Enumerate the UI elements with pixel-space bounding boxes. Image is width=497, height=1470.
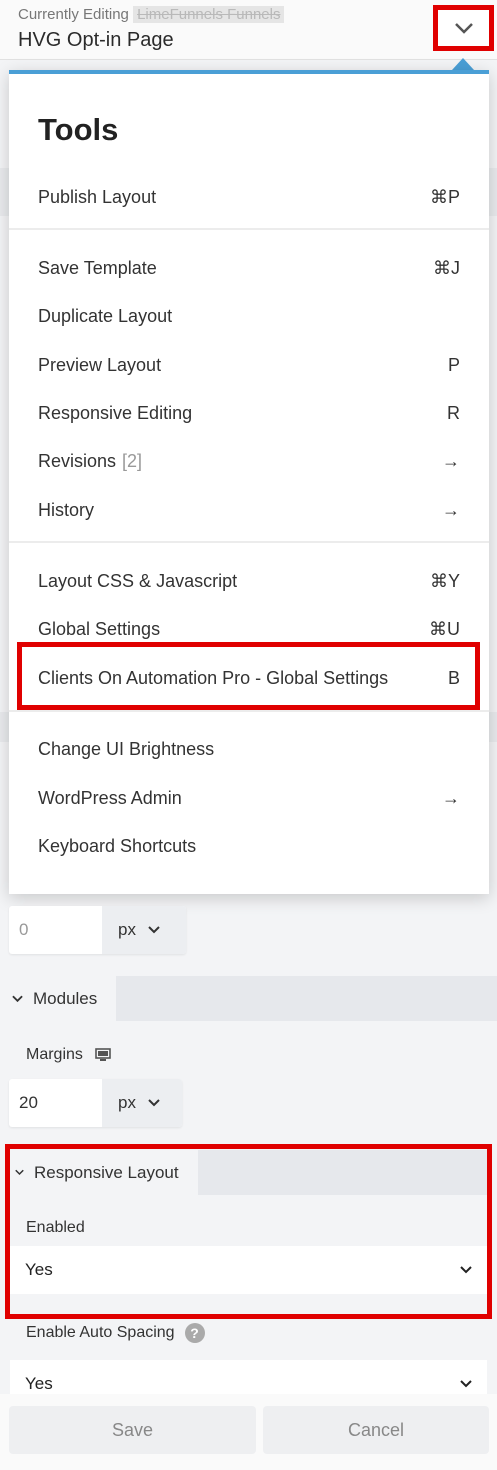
- arrow-right-icon: →: [442, 787, 460, 808]
- menu-item-shortcut: ⌘U: [429, 618, 460, 639]
- desktop-icon[interactable]: [95, 1048, 111, 1062]
- margins-input[interactable]: 20 px: [9, 1079, 182, 1127]
- menu-item-shortcut: ⌘Y: [429, 570, 460, 591]
- margins-label: Margins: [26, 1046, 111, 1064]
- menu-item-layout-css-javascript[interactable]: Layout CSS & Javascript ⌘Y: [9, 559, 489, 603]
- menu-item-label: Layout CSS & Javascript: [38, 570, 238, 591]
- unit-select[interactable]: px: [102, 1079, 182, 1127]
- unit-select[interactable]: px: [102, 906, 186, 954]
- menu-item-label-wrap: Revisions [2]: [38, 451, 420, 472]
- menu-item-shortcut: P: [447, 354, 460, 375]
- currently-editing-text: Currently Editing: [18, 6, 129, 23]
- cancel-button[interactable]: Cancel: [263, 1406, 489, 1454]
- margins-value[interactable]: 20: [9, 1079, 102, 1127]
- page-title: HVG Opt-in Page: [18, 29, 174, 51]
- chevron-down-icon: [454, 23, 473, 34]
- chevron-down-icon: [460, 1380, 472, 1388]
- unit-label: px: [118, 1093, 136, 1112]
- menu-item-label: History: [38, 499, 95, 520]
- menu-item-label: WordPress Admin: [38, 787, 182, 808]
- menu-item-save-template[interactable]: Save Template ⌘J: [9, 246, 489, 290]
- highlight-annotation: [17, 642, 480, 710]
- menu-item-keyboard-shortcuts[interactable]: Keyboard Shortcuts: [9, 824, 489, 868]
- menu-item-shortcut: ⌘P: [429, 186, 460, 207]
- chevron-down-icon: [148, 1099, 160, 1107]
- chevron-down-icon: [148, 926, 160, 934]
- highlight-annotation: [5, 1144, 492, 1319]
- menu-item-wordpress-admin[interactable]: WordPress Admin →: [9, 776, 489, 820]
- menu-item-label: Revisions: [38, 450, 117, 471]
- revisions-count: [2]: [122, 450, 143, 471]
- menu-item-preview-layout[interactable]: Preview Layout P: [9, 343, 489, 387]
- help-icon[interactable]: ?: [184, 1323, 205, 1343]
- row-padding-input[interactable]: 0 px: [9, 906, 186, 954]
- save-button[interactable]: Save: [9, 1406, 256, 1454]
- auto-spacing-label: Enable Auto Spacing ?: [26, 1323, 205, 1343]
- section-tab-label: Modules: [33, 988, 98, 1008]
- menu-item-shortcut: ⌘J: [433, 257, 460, 278]
- menu-item-label: Publish Layout: [38, 186, 157, 207]
- field-label-text: Enable Auto Spacing: [26, 1324, 175, 1341]
- menu-item-responsive-editing[interactable]: Responsive Editing R: [9, 391, 489, 435]
- menu-item-publish-layout[interactable]: Publish Layout ⌘P: [9, 175, 489, 219]
- menu-item-label: Global Settings: [38, 618, 161, 639]
- tools-menu: Tools Publish Layout ⌘P Save Template ⌘J…: [9, 70, 489, 894]
- menu-item-label: Save Template: [38, 257, 157, 278]
- menu-pointer: [452, 58, 474, 70]
- arrow-right-icon: →: [442, 499, 460, 520]
- menu-divider: [9, 228, 489, 230]
- menu-divider: [9, 541, 489, 543]
- menu-item-label: Keyboard Shortcuts: [38, 835, 197, 856]
- menu-item-change-ui-brightness[interactable]: Change UI Brightness: [9, 727, 489, 771]
- currently-editing-label: Currently Editing LimeFunnels Funnels: [18, 6, 285, 23]
- site-name: LimeFunnels Funnels: [133, 6, 285, 23]
- arrow-right-icon: →: [442, 450, 460, 471]
- unit-label: px: [118, 920, 136, 939]
- padding-value[interactable]: 0: [9, 906, 102, 954]
- menu-item-label: Duplicate Layout: [38, 305, 173, 326]
- section-tab-modules[interactable]: Modules: [0, 976, 116, 1021]
- tools-menu-title: Tools: [38, 112, 119, 147]
- field-label-text: Margins: [26, 1046, 83, 1063]
- menu-item-label: Change UI Brightness: [38, 738, 215, 759]
- menu-divider: [9, 710, 489, 712]
- menu-item-label: Preview Layout: [38, 354, 162, 375]
- editor-header: Currently Editing LimeFunnels Funnels HV…: [0, 0, 497, 60]
- auto-spacing-select[interactable]: Yes: [10, 1360, 487, 1396]
- panel-footer: Save Cancel: [0, 1394, 497, 1470]
- menu-item-label: Responsive Editing: [38, 402, 193, 423]
- menu-item-duplicate-layout[interactable]: Duplicate Layout: [9, 294, 489, 338]
- menu-item-revisions[interactable]: Revisions [2] →: [9, 439, 489, 483]
- select-value: Yes: [25, 1374, 53, 1393]
- chevron-down-icon: [12, 995, 23, 1002]
- tools-menu-toggle-button[interactable]: [433, 5, 494, 51]
- menu-item-history[interactable]: History →: [9, 488, 489, 532]
- menu-item-shortcut: R: [447, 402, 460, 423]
